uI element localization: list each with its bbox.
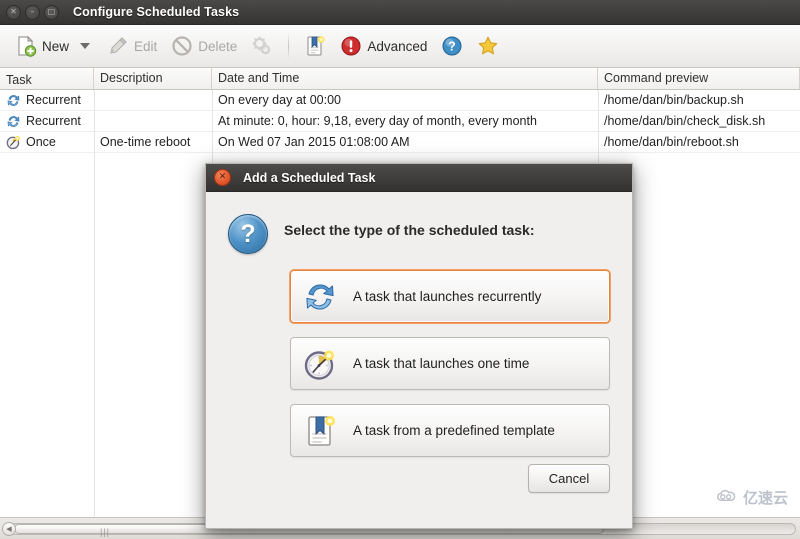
option-label: A task that launches one time	[353, 356, 530, 371]
description-cell	[94, 111, 212, 132]
clock-sparkle-icon	[303, 347, 337, 381]
datetime-cell: At minute: 0, hour: 9,18, every day of m…	[218, 113, 537, 128]
chevron-down-icon[interactable]	[80, 43, 91, 49]
description-cell	[94, 90, 212, 111]
option-one-time-task[interactable]: A task that launches one time	[290, 337, 610, 390]
column-header-task[interactable]: Task	[0, 68, 94, 89]
svg-text:?: ?	[449, 40, 457, 54]
new-task-label: New	[42, 38, 70, 54]
gears-icon	[251, 35, 273, 57]
recurrent-icon	[6, 114, 21, 129]
edit-task-label: Edit	[134, 38, 158, 54]
yellow-star-icon	[477, 35, 499, 57]
datetime-cell: On every day at 00:00	[218, 92, 341, 107]
toolbar-separator	[288, 33, 290, 59]
maximize-window-button[interactable]: □	[44, 4, 59, 20]
cloud-icon	[716, 488, 738, 508]
dialog-actions: Cancel	[528, 464, 610, 493]
add-scheduled-task-dialog: ✕ Add a Scheduled Task ? Select the type…	[205, 163, 633, 529]
template-document-icon	[304, 35, 326, 57]
option-recurrent-task[interactable]: A task that launches recurrently	[290, 270, 610, 323]
command-cell: /home/dan/bin/reboot.sh	[604, 134, 739, 149]
task-cell: Once	[0, 132, 94, 153]
bookmark-document-icon	[303, 414, 337, 448]
cancel-button[interactable]: Cancel	[528, 464, 610, 493]
column-divider	[94, 90, 95, 517]
task-cell: Recurrent	[0, 90, 94, 111]
red-alert-icon	[340, 35, 362, 57]
delete-task-button[interactable]: Delete	[164, 29, 244, 63]
dialog-titlebar: ✕ Add a Scheduled Task	[206, 164, 632, 192]
question-mark-icon: ?	[228, 214, 268, 254]
task-list-header: Task Description Date and Time Command p…	[0, 68, 800, 90]
description-cell: One-time reboot	[100, 134, 191, 149]
gears-button[interactable]	[244, 29, 280, 63]
task-type-label: Recurrent	[26, 92, 81, 107]
scrollbar-grip: |||	[100, 527, 111, 537]
dialog-body: ? Select the type of the scheduled task:…	[206, 192, 632, 529]
advanced-button[interactable]: Advanced	[333, 29, 434, 63]
window-titlebar: ✕ – □ Configure Scheduled Tasks	[0, 0, 800, 25]
favorite-button[interactable]	[470, 29, 506, 63]
window-title: Configure Scheduled Tasks	[73, 5, 240, 19]
minimize-window-button[interactable]: –	[25, 4, 40, 20]
table-row[interactable]: Recurrent At minute: 0, hour: 9,18, ever…	[0, 111, 800, 132]
recurrent-icon	[6, 93, 21, 108]
watermark-text: 亿速云	[742, 489, 788, 507]
main-toolbar: New Edit Delete Advanced ?	[0, 25, 800, 68]
option-predefined-template[interactable]: A task from a predefined template	[290, 404, 610, 457]
task-cell: Recurrent	[0, 111, 94, 132]
datetime-cell: On Wed 07 Jan 2015 01:08:00 AM	[218, 134, 410, 149]
pencil-icon	[107, 35, 129, 57]
column-header-command[interactable]: Command preview	[598, 68, 800, 89]
window-controls: ✕ – □	[0, 4, 59, 20]
template-button[interactable]	[297, 29, 333, 63]
scroll-left-arrow-icon[interactable]: ◀	[2, 522, 16, 536]
once-clock-icon	[6, 135, 21, 150]
table-row[interactable]: Recurrent On every day at 00:00 /home/da…	[0, 90, 800, 111]
edit-task-button[interactable]: Edit	[100, 29, 164, 63]
application-window: ✕ – □ Configure Scheduled Tasks New Edit…	[0, 0, 800, 539]
delete-task-label: Delete	[198, 38, 238, 54]
option-label: A task from a predefined template	[353, 423, 555, 438]
task-type-label: Once	[26, 134, 56, 149]
task-type-label: Recurrent	[26, 113, 81, 128]
dialog-close-button[interactable]: ✕	[214, 169, 231, 186]
task-type-options: A task that launches recurrently A task …	[290, 270, 610, 457]
help-button[interactable]: ?	[434, 29, 470, 63]
ban-icon	[171, 35, 193, 57]
watermark: 亿速云	[716, 487, 788, 508]
table-row[interactable]: Once One-time reboot On Wed 07 Jan 2015 …	[0, 132, 800, 153]
recycle-arrows-icon	[303, 280, 337, 314]
advanced-label: Advanced	[367, 38, 428, 54]
blue-help-icon: ?	[441, 35, 463, 57]
column-header-description[interactable]: Description	[94, 68, 212, 89]
close-window-button[interactable]: ✕	[6, 4, 21, 20]
new-task-button[interactable]: New	[8, 29, 76, 63]
dialog-title: Add a Scheduled Task	[243, 170, 376, 185]
option-label: A task that launches recurrently	[353, 289, 542, 304]
dialog-prompt-row: ? Select the type of the scheduled task:	[228, 210, 610, 254]
column-header-datetime[interactable]: Date and Time	[212, 68, 598, 89]
command-cell: /home/dan/bin/backup.sh	[604, 92, 744, 107]
dialog-prompt-text: Select the type of the scheduled task:	[284, 222, 535, 238]
command-cell: /home/dan/bin/check_disk.sh	[604, 113, 766, 128]
new-document-icon	[15, 35, 37, 57]
